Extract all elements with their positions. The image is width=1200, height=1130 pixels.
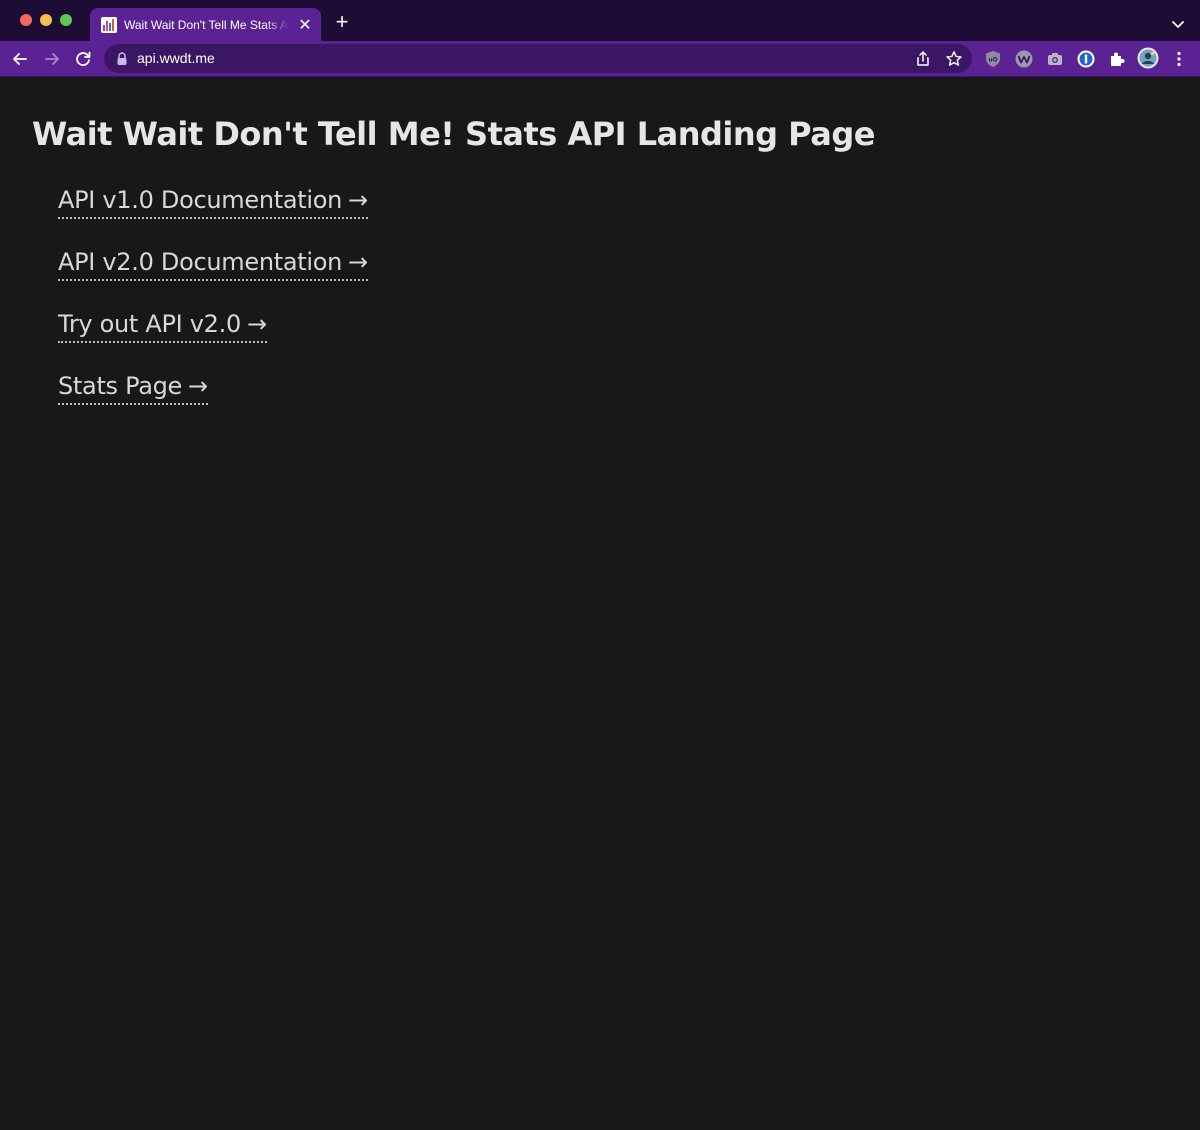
link-label: Stats Page [58, 372, 182, 400]
maximize-window-button[interactable] [60, 14, 72, 26]
arrow-right-icon: → [188, 372, 208, 400]
arrow-right-icon: → [246, 310, 267, 338]
camera-icon[interactable] [1045, 49, 1065, 69]
link-list: API v1.0 Documentation → API v2.0 Documen… [58, 185, 368, 433]
stats-page-link[interactable]: Stats Page → [58, 371, 208, 405]
kebab-menu-icon[interactable] [1169, 49, 1189, 69]
address-bar[interactable]: api.wwdt.me [104, 44, 972, 73]
chevron-down-icon[interactable] [1168, 14, 1188, 34]
new-tab-button[interactable]: + [331, 11, 353, 33]
page-content: Wait Wait Don't Tell Me! Stats API Landi… [0, 77, 1200, 1130]
puzzle-icon[interactable] [1107, 49, 1127, 69]
tab-title: Wait Wait Don't Tell Me Stats API Landin… [124, 18, 290, 32]
share-icon[interactable] [914, 50, 932, 68]
link-label: API v1.0 Documentation [58, 186, 343, 214]
avatar[interactable] [1137, 47, 1159, 69]
close-window-button[interactable] [20, 14, 32, 26]
arrow-left-icon[interactable] [9, 48, 31, 70]
browser-window: Wait Wait Don't Tell Me Stats API Landin… [0, 0, 1200, 1130]
list-item: API v2.0 Documentation → [58, 247, 368, 309]
url-text[interactable]: api.wwdt.me [137, 49, 215, 68]
reload-icon[interactable] [72, 48, 94, 70]
list-item: Try out API v2.0 → [58, 309, 368, 371]
link-label: API v2.0 Documentation [58, 248, 343, 276]
arrow-right-icon[interactable] [41, 48, 63, 70]
link-label: Try out API v2.0 [58, 310, 241, 338]
password-manager-icon[interactable] [1076, 49, 1096, 69]
browser-toolbar: api.wwdt.me uO [0, 41, 1200, 77]
tab-strip: Wait Wait Don't Tell Me Stats API Landin… [0, 0, 1200, 41]
svg-text:uO: uO [988, 57, 997, 64]
arrow-right-icon: → [348, 248, 368, 276]
active-tab[interactable]: Wait Wait Don't Tell Me Stats API Landin… [90, 8, 321, 41]
list-item: API v1.0 Documentation → [58, 185, 368, 247]
list-item: Stats Page → [58, 371, 368, 433]
lock-icon[interactable] [116, 52, 128, 66]
tab-close-icon[interactable]: ✕ [296, 16, 314, 34]
site-favicon-icon [101, 17, 117, 33]
ublock-icon[interactable]: uO [983, 49, 1003, 69]
minimize-window-button[interactable] [40, 14, 52, 26]
arrow-right-icon: → [348, 186, 368, 214]
try-api-v2-link[interactable]: Try out API v2.0 → [58, 309, 267, 343]
star-icon[interactable] [945, 50, 963, 68]
api-v2-docs-link[interactable]: API v2.0 Documentation → [58, 247, 368, 281]
api-v1-docs-link[interactable]: API v1.0 Documentation → [58, 185, 368, 219]
page-title: Wait Wait Don't Tell Me! Stats API Landi… [32, 115, 875, 153]
wappalyzer-icon[interactable] [1014, 49, 1034, 69]
